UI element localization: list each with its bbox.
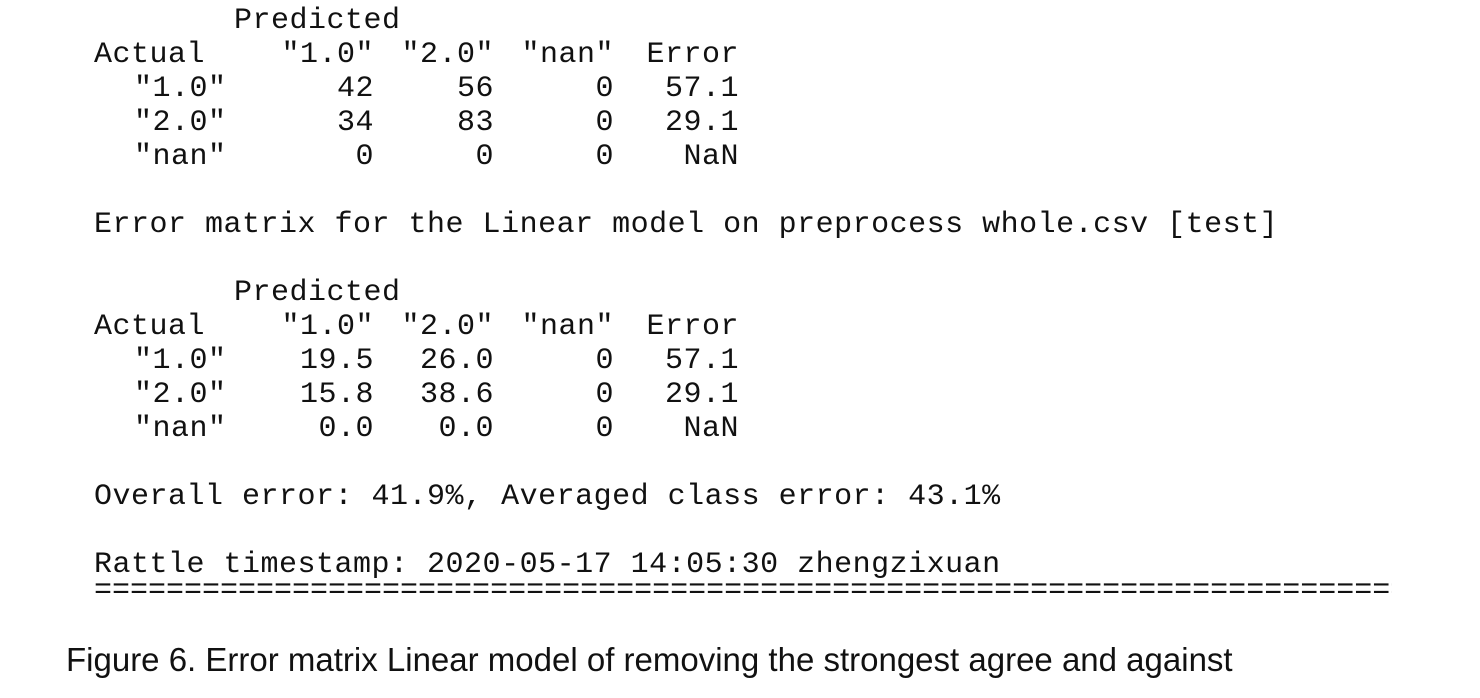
table-cell: 57.1	[664, 344, 739, 378]
table-cell: 19.5	[299, 344, 374, 378]
table-cell: 34	[336, 106, 374, 140]
actual-header: Actual	[94, 310, 206, 344]
table-cell: NaN	[683, 140, 739, 174]
row-label: "nan"	[134, 140, 227, 174]
column-header: "2.0"	[401, 310, 494, 344]
table-cell: 0	[475, 140, 494, 174]
table-cell: 0	[595, 378, 614, 412]
predicted-header: Predicted	[234, 276, 401, 310]
error-matrix-proportions: Predicted Actual "1.0" "2.0" "nan" Error…	[94, 276, 1394, 446]
table-cell: NaN	[683, 412, 739, 446]
matrix-title: Error matrix for the Linear model on pre…	[94, 208, 1279, 242]
column-header: Error	[646, 310, 739, 344]
table-cell: 29.1	[664, 378, 739, 412]
table-cell: 29.1	[664, 106, 739, 140]
separator-rule: ========================================…	[94, 582, 1392, 600]
table-row: "1.0" 42 56 0 57.1	[94, 72, 1394, 106]
table-cell: 0	[355, 140, 374, 174]
actual-header: Actual	[94, 38, 206, 72]
row-label: "2.0"	[134, 378, 227, 412]
table-row: "2.0" 15.8 38.6 0 29.1	[94, 378, 1394, 412]
row-label: "nan"	[134, 412, 227, 446]
timestamp-text: Rattle timestamp: 2020-05-17 14:05:30 zh…	[94, 548, 1001, 582]
table-cell: 26.0	[419, 344, 494, 378]
column-header-row: Actual "1.0" "2.0" "nan" Error	[94, 38, 1394, 72]
column-header: "1.0"	[281, 38, 374, 72]
table-cell: 42	[336, 72, 374, 106]
predicted-header: Predicted	[234, 4, 401, 38]
table-cell: 0.0	[438, 412, 494, 446]
table-cell: 0	[595, 140, 614, 174]
column-header: "1.0"	[281, 310, 374, 344]
table-cell: 0	[595, 106, 614, 140]
table-cell: 56	[456, 72, 494, 106]
figure-caption: Figure 6. Error matrix Linear model of r…	[66, 641, 1233, 678]
overall-error-text: Overall error: 41.9%, Averaged class err…	[94, 480, 1001, 514]
table-cell: 83	[456, 106, 494, 140]
console-output: Predicted Actual "1.0" "2.0" "nan" Error…	[94, 4, 1394, 600]
column-header: "2.0"	[401, 38, 494, 72]
row-label: "1.0"	[134, 72, 227, 106]
table-row: "nan" 0 0 0 NaN	[94, 140, 1394, 174]
error-matrix-counts: Predicted Actual "1.0" "2.0" "nan" Error…	[94, 4, 1394, 174]
table-row: "2.0" 34 83 0 29.1	[94, 106, 1394, 140]
table-cell: 38.6	[419, 378, 494, 412]
row-label: "2.0"	[134, 106, 227, 140]
column-header: "nan"	[521, 38, 614, 72]
column-header-row: Actual "1.0" "2.0" "nan" Error	[94, 310, 1394, 344]
column-header: Error	[646, 38, 739, 72]
table-cell: 0	[595, 72, 614, 106]
table-cell: 0.0	[318, 412, 374, 446]
table-cell: 15.8	[299, 378, 374, 412]
table-row: "nan" 0.0 0.0 0 NaN	[94, 412, 1394, 446]
column-header: "nan"	[521, 310, 614, 344]
table-cell: 0	[595, 412, 614, 446]
table-cell: 0	[595, 344, 614, 378]
row-label: "1.0"	[134, 344, 227, 378]
table-cell: 57.1	[664, 72, 739, 106]
table-row: "1.0" 19.5 26.0 0 57.1	[94, 344, 1394, 378]
